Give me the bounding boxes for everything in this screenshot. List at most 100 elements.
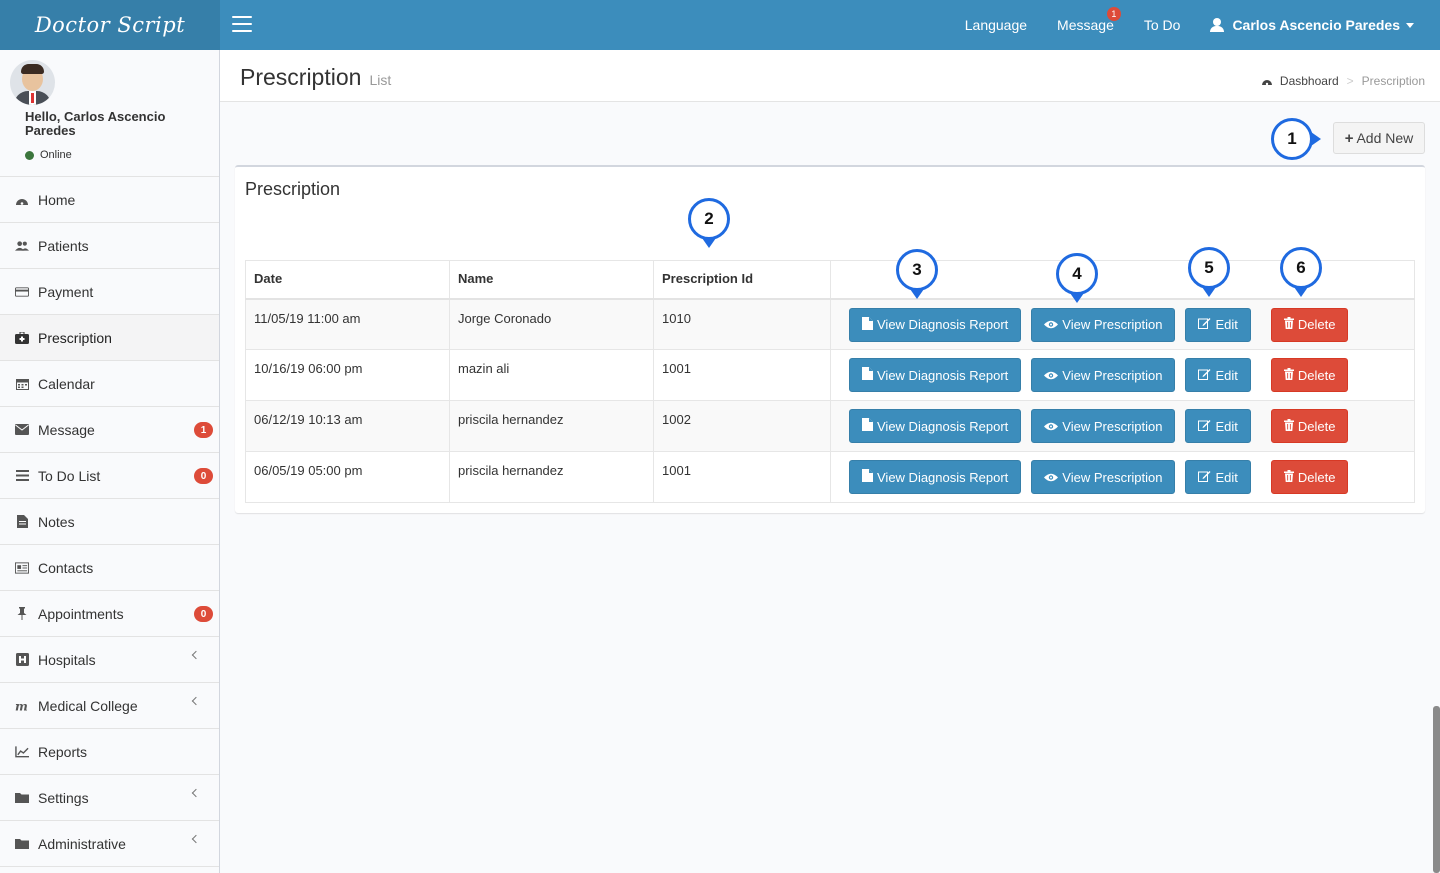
- cell-actions: View Diagnosis Report View Prescription Ed…: [830, 400, 1415, 452]
- sidebar-item-hospitals[interactable]: Hospitals: [0, 637, 219, 683]
- edit-button[interactable]: Edit: [1185, 358, 1251, 392]
- folder-icon: [15, 792, 29, 804]
- view-prescription-button[interactable]: View Prescription: [1031, 460, 1176, 494]
- user-panel: Hello, Carlos Ascencio Paredes Online: [0, 50, 219, 177]
- sidebar-item-message[interactable]: Message 1: [0, 407, 219, 453]
- view-prescription-label: View Prescription: [1062, 418, 1163, 434]
- cell-actions: View Diagnosis Report View Prescription Ed…: [830, 349, 1415, 401]
- cell-prescription-id: 1001: [653, 451, 831, 503]
- sidebar-menu: Home Patients Payment Prescription Calendar M…: [0, 177, 219, 867]
- view-diagnosis-report-button[interactable]: View Diagnosis Report: [849, 409, 1022, 443]
- delete-button[interactable]: Delete: [1270, 460, 1349, 494]
- dashboard-icon: [15, 194, 29, 206]
- count-badge: 0: [194, 606, 213, 622]
- view-diagnosis-report-button[interactable]: View Diagnosis Report: [849, 358, 1022, 392]
- chevron-left-icon: [191, 788, 201, 798]
- breadcrumb-home-link[interactable]: Dasbhoard: [1280, 74, 1339, 88]
- annotation-marker-4: 4: [1056, 253, 1098, 303]
- sidebar-item-label: Appointments: [38, 605, 124, 622]
- sidebar-item-prescription[interactable]: Prescription: [0, 315, 219, 361]
- sidebar-item-administrative[interactable]: Administrative: [0, 821, 219, 867]
- cell-actions: View Diagnosis Report View Prescription Ed…: [830, 298, 1415, 350]
- file-icon: [862, 469, 873, 485]
- sidebar-item-calendar[interactable]: Calendar: [0, 361, 219, 407]
- sidebar-item-to-do-list[interactable]: To Do List 0: [0, 453, 219, 499]
- delete-label: Delete: [1297, 367, 1336, 383]
- page-scrollbar[interactable]: [1433, 706, 1440, 873]
- address-card-icon: [15, 561, 29, 574]
- page-title: Prescription List: [240, 64, 391, 91]
- add-new-button[interactable]: + Add New: [1333, 122, 1425, 154]
- trash-icon: [1283, 418, 1294, 434]
- view-prescription-button[interactable]: View Prescription: [1031, 409, 1176, 443]
- edit-button[interactable]: Edit: [1185, 409, 1251, 443]
- users-icon: [15, 240, 29, 252]
- nav-todo[interactable]: To Do: [1129, 0, 1196, 50]
- sidebar-item-contacts[interactable]: Contacts: [0, 545, 219, 591]
- delete-button[interactable]: Delete: [1270, 358, 1349, 392]
- chevron-left-icon: [191, 650, 201, 660]
- sidebar: Hello, Carlos Ascencio Paredes Online Ho…: [0, 50, 220, 873]
- eye-icon: [1044, 368, 1059, 383]
- top-navbar: Language Message 1 To Do Carlos Ascencio…: [220, 0, 1440, 50]
- delete-label: Delete: [1297, 469, 1336, 485]
- user-menu[interactable]: Carlos Ascencio Paredes: [1195, 0, 1440, 50]
- brand-logo[interactable]: Doctor Script: [0, 0, 220, 50]
- view-prescription-label: View Prescription: [1062, 469, 1163, 485]
- sidebar-item-label: To Do List: [38, 467, 101, 484]
- sidebar-toggle-icon[interactable]: [232, 16, 252, 34]
- envelope-icon: [15, 424, 29, 436]
- avatar: [10, 60, 55, 105]
- dashboard-icon: [1261, 80, 1272, 86]
- sidebar-item-label: Calendar: [38, 375, 95, 392]
- file-icon: [15, 515, 29, 528]
- edit-icon: [1198, 368, 1211, 383]
- sidebar-item-appointments[interactable]: Appointments 0: [0, 591, 219, 637]
- box-title: Prescription: [245, 179, 341, 199]
- online-status: Online: [25, 149, 72, 161]
- file-icon: [862, 418, 873, 434]
- file-icon: [862, 367, 873, 383]
- sidebar-item-label: Medical College: [38, 697, 138, 714]
- view-diagnosis-report-button[interactable]: View Diagnosis Report: [849, 460, 1022, 494]
- sidebar-item-reports[interactable]: Reports: [0, 729, 219, 775]
- delete-label: Delete: [1297, 317, 1336, 332]
- user-greeting: Hello, Carlos Ascencio Paredes: [25, 109, 166, 138]
- sidebar-item-label: Payment: [38, 283, 94, 300]
- delete-button[interactable]: Delete: [1270, 307, 1349, 342]
- view-diagnosis-report-button[interactable]: View Diagnosis Report: [849, 307, 1022, 342]
- column-header-date: Date: [245, 260, 450, 300]
- medkit-icon: [15, 331, 29, 344]
- edit-button[interactable]: Edit: [1185, 307, 1251, 342]
- view-diagnosis-report-label: View Diagnosis Report: [877, 469, 1009, 485]
- breadcrumb-current: Prescription: [1361, 74, 1425, 88]
- sidebar-item-payment[interactable]: Payment: [0, 269, 219, 315]
- chevron-left-icon: [191, 834, 201, 844]
- nav-message[interactable]: Message 1: [1042, 0, 1129, 50]
- trash-icon: [1283, 469, 1294, 485]
- sidebar-item-notes[interactable]: Notes: [0, 499, 219, 545]
- sidebar-item-patients[interactable]: Patients: [0, 223, 219, 269]
- line-chart-icon: [15, 745, 29, 758]
- edit-button[interactable]: Edit: [1185, 460, 1251, 494]
- view-prescription-label: View Prescription: [1062, 317, 1163, 332]
- message-count-badge: 1: [1106, 7, 1121, 21]
- cell-date: 11/05/19 11:00 am: [245, 298, 450, 350]
- nav-language[interactable]: Language: [950, 0, 1042, 50]
- sidebar-item-home[interactable]: Home: [0, 177, 219, 223]
- view-prescription-button[interactable]: View Prescription: [1031, 307, 1176, 342]
- cell-name: Jorge Coronado: [449, 298, 654, 350]
- cell-prescription-id: 1010: [653, 298, 831, 350]
- sidebar-item-medical-college[interactable]: m Medical College: [0, 683, 219, 729]
- delete-button[interactable]: Delete: [1270, 409, 1349, 443]
- edit-label: Edit: [1215, 469, 1238, 485]
- table-row: 06/05/19 05:00 pm priscila hernandez 1001 V…: [245, 451, 1415, 503]
- eye-icon: [1044, 419, 1059, 434]
- eye-icon: [1044, 470, 1059, 485]
- sidebar-item-label: Hospitals: [38, 651, 96, 668]
- list-icon: [15, 470, 29, 482]
- annotation-marker-5: 5: [1188, 247, 1230, 297]
- edit-icon: [1198, 419, 1211, 434]
- sidebar-item-settings[interactable]: Settings: [0, 775, 219, 821]
- view-prescription-button[interactable]: View Prescription: [1031, 358, 1176, 392]
